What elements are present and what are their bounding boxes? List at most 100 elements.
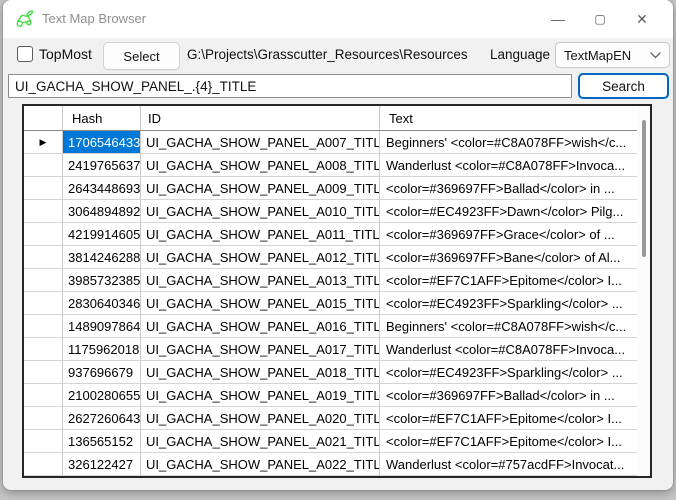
cell-id[interactable]: UI_GACHA_SHOW_PANEL_A021_TITLE: [141, 430, 380, 453]
cell-text[interactable]: <color=#EC4923FF>Sparkling</color> ...: [380, 292, 639, 315]
scrollbar-thumb[interactable]: [642, 120, 646, 257]
cell-id[interactable]: UI_GACHA_SHOW_PANEL_A019_TITLE: [141, 384, 380, 407]
row-selector-cell[interactable]: [24, 384, 63, 407]
search-button[interactable]: Search: [578, 73, 669, 99]
current-row-marker[interactable]: ▶: [24, 131, 63, 154]
cell-id[interactable]: UI_GACHA_SHOW_PANEL_A007_TITLE: [141, 131, 380, 154]
table-row[interactable]: 3985732385UI_GACHA_SHOW_PANEL_A013_TITLE…: [24, 269, 639, 292]
maximize-icon: ▢: [594, 12, 605, 26]
language-label: Language: [490, 47, 550, 62]
row-selector-cell[interactable]: [24, 246, 63, 269]
cell-id[interactable]: UI_GACHA_SHOW_PANEL_A008_TITLE: [141, 154, 380, 177]
cell-id[interactable]: UI_GACHA_SHOW_PANEL_A009_TITLE: [141, 177, 380, 200]
app-icon: [14, 8, 35, 29]
minimize-button[interactable]: —: [537, 0, 579, 38]
row-selector-cell[interactable]: [24, 453, 63, 476]
cell-text[interactable]: Wanderlust <color=#757acdFF>Invocat...: [380, 453, 639, 476]
cell-hash[interactable]: 2419765637: [63, 154, 141, 177]
title-bar[interactable]: Text Map Browser — ▢ ✕: [3, 0, 673, 38]
table-row[interactable]: 2643448693UI_GACHA_SHOW_PANEL_A009_TITLE…: [24, 177, 639, 200]
window-controls: — ▢ ✕: [537, 0, 663, 38]
cell-hash[interactable]: 2100280655: [63, 384, 141, 407]
search-input[interactable]: [8, 74, 572, 98]
cell-text[interactable]: Wanderlust <color=#C8A078FF>Invoca...: [380, 338, 639, 361]
row-selector-cell[interactable]: [24, 338, 63, 361]
cell-id[interactable]: UI_GACHA_SHOW_PANEL_A018_TITLE: [141, 361, 380, 384]
table-row[interactable]: 937696679UI_GACHA_SHOW_PANEL_A018_TITLE<…: [24, 361, 639, 384]
cell-id[interactable]: UI_GACHA_SHOW_PANEL_A010_TITLE: [141, 200, 380, 223]
window-title: Text Map Browser: [42, 0, 146, 38]
table-row[interactable]: 326122427UI_GACHA_SHOW_PANEL_A022_TITLEW…: [24, 453, 639, 476]
table-row[interactable]: ▶1706546433UI_GACHA_SHOW_PANEL_A007_TITL…: [24, 131, 639, 154]
cell-hash[interactable]: 4219914605: [63, 223, 141, 246]
cell-hash[interactable]: 3064894892: [63, 200, 141, 223]
cell-id[interactable]: UI_GACHA_SHOW_PANEL_A017_TITLE: [141, 338, 380, 361]
cell-id[interactable]: UI_GACHA_SHOW_PANEL_A020_TITLE: [141, 407, 380, 430]
row-selector-cell[interactable]: [24, 361, 63, 384]
cell-hash[interactable]: 3985732385: [63, 269, 141, 292]
chevron-down-icon: [650, 52, 661, 59]
cell-hash[interactable]: 1706546433: [63, 131, 141, 154]
cell-text[interactable]: <color=#EF7C1AFF>Epitome</color> I...: [380, 430, 639, 453]
table-row[interactable]: 3064894892UI_GACHA_SHOW_PANEL_A010_TITLE…: [24, 200, 639, 223]
row-selector-cell[interactable]: [24, 292, 63, 315]
app-window: Text Map Browser — ▢ ✕ TopMost Select G:…: [3, 0, 673, 490]
close-button[interactable]: ✕: [621, 0, 663, 38]
cell-text[interactable]: <color=#EF7C1AFF>Epitome</color> I...: [380, 269, 639, 292]
table-row[interactable]: 4219914605UI_GACHA_SHOW_PANEL_A011_TITLE…: [24, 223, 639, 246]
cell-hash[interactable]: 937696679: [63, 361, 141, 384]
cell-id[interactable]: UI_GACHA_SHOW_PANEL_A012_TITLE: [141, 246, 380, 269]
cell-text[interactable]: <color=#EC4923FF>Dawn</color> Pilg...: [380, 200, 639, 223]
table-row[interactable]: 1489097864UI_GACHA_SHOW_PANEL_A016_TITLE…: [24, 315, 639, 338]
row-selector-cell[interactable]: [24, 154, 63, 177]
row-selector-cell[interactable]: [24, 430, 63, 453]
cell-text[interactable]: <color=#369697FF>Ballad</color> in ...: [380, 177, 639, 200]
table-row[interactable]: 2627260643UI_GACHA_SHOW_PANEL_A020_TITLE…: [24, 407, 639, 430]
table-row[interactable]: 3814246288UI_GACHA_SHOW_PANEL_A012_TITLE…: [24, 246, 639, 269]
column-header-text[interactable]: Text: [380, 106, 639, 130]
minimize-icon: —: [551, 11, 565, 27]
topmost-checkbox[interactable]: [17, 46, 33, 62]
textmap-grid: Hash ID Text ▶1706546433UI_GACHA_SHOW_PA…: [22, 104, 652, 478]
row-selector-cell[interactable]: [24, 269, 63, 292]
row-selector-cell[interactable]: [24, 177, 63, 200]
row-selector-cell[interactable]: [24, 315, 63, 338]
cell-text[interactable]: <color=#EC4923FF>Sparkling</color> ...: [380, 361, 639, 384]
table-row[interactable]: 2100280655UI_GACHA_SHOW_PANEL_A019_TITLE…: [24, 384, 639, 407]
column-header-hash[interactable]: Hash: [63, 106, 141, 130]
cell-id[interactable]: UI_GACHA_SHOW_PANEL_A015_TITLE: [141, 292, 380, 315]
cell-text[interactable]: Beginners' <color=#C8A078FF>wish</c...: [380, 315, 639, 338]
cell-hash[interactable]: 2643448693: [63, 177, 141, 200]
cell-text[interactable]: <color=#369697FF>Bane</color> of Al...: [380, 246, 639, 269]
cell-text[interactable]: <color=#EF7C1AFF>Epitome</color> I...: [380, 407, 639, 430]
cell-id[interactable]: UI_GACHA_SHOW_PANEL_A011_TITLE: [141, 223, 380, 246]
row-selector-header[interactable]: [24, 106, 63, 130]
table-row[interactable]: 2830640346UI_GACHA_SHOW_PANEL_A015_TITLE…: [24, 292, 639, 315]
cell-text[interactable]: Beginners' <color=#C8A078FF>wish</c...: [380, 131, 639, 154]
row-selector-cell[interactable]: [24, 407, 63, 430]
cell-text[interactable]: Wanderlust <color=#C8A078FF>Invoca...: [380, 154, 639, 177]
cell-id[interactable]: UI_GACHA_SHOW_PANEL_A013_TITLE: [141, 269, 380, 292]
select-button[interactable]: Select: [103, 42, 180, 70]
vertical-scrollbar[interactable]: [637, 106, 650, 476]
column-header-id[interactable]: ID: [141, 106, 380, 130]
cell-hash[interactable]: 3814246288: [63, 246, 141, 269]
cell-id[interactable]: UI_GACHA_SHOW_PANEL_A016_TITLE: [141, 315, 380, 338]
cell-hash[interactable]: 2830640346: [63, 292, 141, 315]
maximize-button[interactable]: ▢: [579, 0, 621, 38]
table-row[interactable]: 136565152UI_GACHA_SHOW_PANEL_A021_TITLE<…: [24, 430, 639, 453]
cell-text[interactable]: <color=#369697FF>Ballad</color> in ...: [380, 384, 639, 407]
row-selector-cell[interactable]: [24, 200, 63, 223]
language-select[interactable]: TextMapEN: [555, 42, 670, 68]
cell-hash[interactable]: 1489097864: [63, 315, 141, 338]
cell-hash[interactable]: 2627260643: [63, 407, 141, 430]
close-icon: ✕: [636, 11, 648, 28]
cell-hash[interactable]: 326122427: [63, 453, 141, 476]
table-row[interactable]: 2419765637UI_GACHA_SHOW_PANEL_A008_TITLE…: [24, 154, 639, 177]
row-selector-cell[interactable]: [24, 223, 63, 246]
cell-text[interactable]: <color=#369697FF>Grace</color> of ...: [380, 223, 639, 246]
cell-hash[interactable]: 1175962018: [63, 338, 141, 361]
cell-id[interactable]: UI_GACHA_SHOW_PANEL_A022_TITLE: [141, 453, 380, 476]
table-row[interactable]: 1175962018UI_GACHA_SHOW_PANEL_A017_TITLE…: [24, 338, 639, 361]
cell-hash[interactable]: 136565152: [63, 430, 141, 453]
